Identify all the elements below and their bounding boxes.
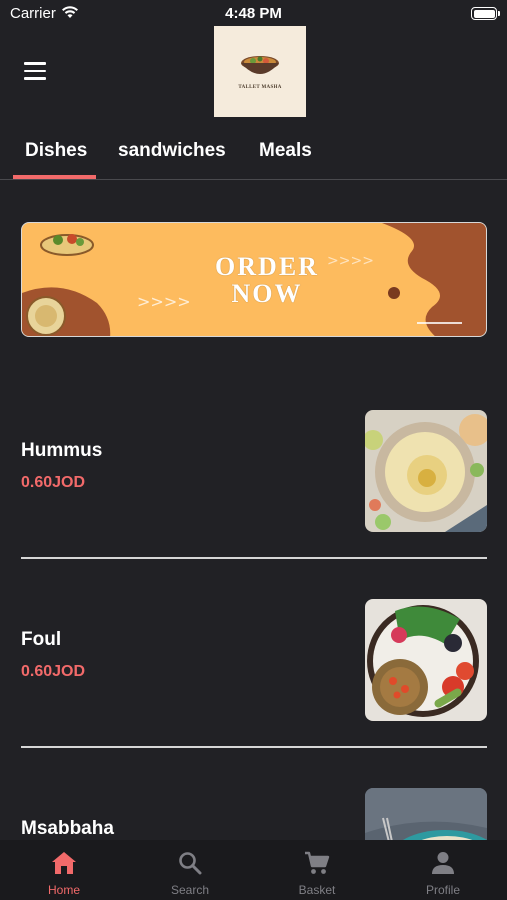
banner-headline: ORDER NOW: [182, 253, 352, 307]
cart-icon: [305, 851, 330, 874]
status-time: 4:48 PM: [225, 5, 282, 22]
divider: [21, 557, 487, 559]
menu-button[interactable]: [24, 62, 46, 80]
dish-item-hummus[interactable]: Hummus 0.60JOD: [0, 410, 507, 550]
logo-text: TALLET MASHA: [238, 85, 282, 90]
hamburger-icon-line: [24, 62, 46, 65]
nav-home[interactable]: Home: [1, 840, 127, 900]
hamburger-icon-line: [24, 77, 46, 80]
tab-sandwiches[interactable]: sandwiches: [118, 140, 226, 162]
person-icon: [432, 852, 454, 874]
tab-meals[interactable]: Meals: [259, 140, 312, 162]
nav-label: Home: [47, 883, 80, 897]
hummus-photo[interactable]: [365, 410, 487, 532]
home-icon: [52, 852, 76, 874]
status-bar: Carrier 4:48 PM: [0, 0, 507, 26]
battery-icon: [471, 7, 500, 20]
nav-search[interactable]: Search: [127, 840, 253, 900]
bottom-navigation: Home Search Basket Profile: [0, 840, 507, 900]
divider: [21, 746, 487, 748]
search-icon: [179, 852, 202, 875]
banner-line-1: ORDER: [215, 252, 319, 281]
nav-basket[interactable]: Basket: [254, 840, 380, 900]
order-now-banner[interactable]: >>>> >>>> ORDER NOW: [21, 222, 487, 337]
category-tabs: Dishes sandwiches Meals: [0, 128, 507, 180]
dish-name: Msabbaha: [21, 818, 114, 839]
foul-photo[interactable]: [365, 599, 487, 721]
foul-photo-art: [365, 599, 487, 721]
banner-line-2: NOW: [231, 279, 303, 308]
app-logo: TALLET MASHA: [214, 26, 306, 117]
nav-label: Profile: [425, 883, 460, 897]
active-tab-indicator: [13, 175, 96, 179]
hummus-photo-art: [365, 410, 487, 532]
dish-item-foul[interactable]: Foul 0.60JOD: [0, 599, 507, 739]
hamburger-icon-line: [24, 69, 46, 73]
nav-label: Search: [170, 883, 210, 897]
nav-profile[interactable]: Profile: [380, 840, 506, 900]
dish-name: Hummus: [21, 440, 103, 461]
dish-price: 0.60JOD: [21, 474, 86, 491]
dish-name: Foul: [21, 629, 62, 650]
nav-label: Basket: [298, 883, 336, 897]
dish-price: 0.60JOD: [21, 663, 86, 680]
bowl-logo-icon: [241, 56, 279, 74]
tab-dishes[interactable]: Dishes: [25, 140, 87, 162]
